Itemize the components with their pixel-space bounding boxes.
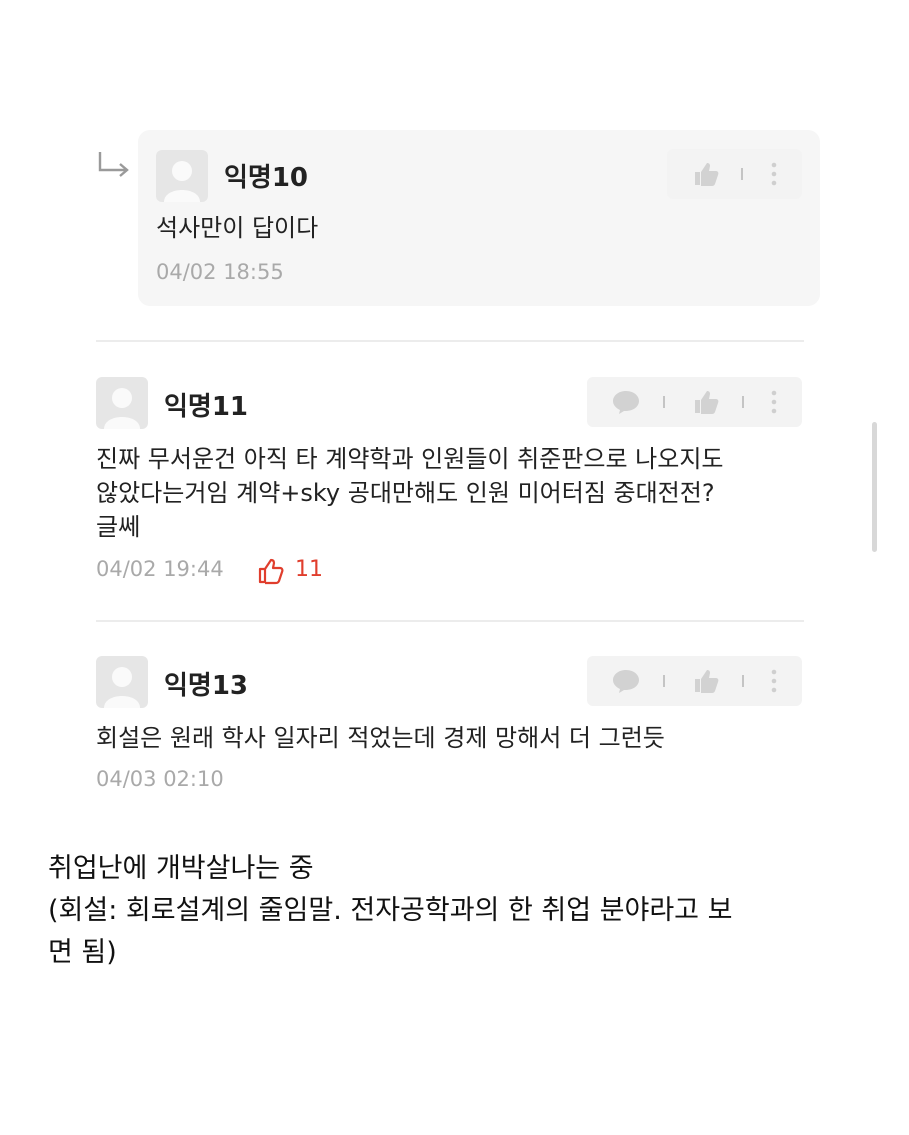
default-avatar-icon (96, 656, 148, 708)
like-count: 11 (295, 557, 323, 582)
more-vertical-icon (771, 390, 777, 414)
comment-text: 석사만이 답이다 (156, 214, 319, 242)
more-vertical-icon (771, 669, 777, 693)
comment-date: 04/02 19:44 (96, 557, 224, 581)
comment-author: 익명10 (224, 163, 309, 193)
thumbs-up-outline-icon (258, 558, 284, 585)
reply-button[interactable] (601, 377, 651, 427)
comment-author: 익명11 (164, 392, 249, 422)
more-button[interactable] (759, 656, 789, 706)
caption-line: 취업난에 개박살나는 중 (48, 853, 314, 884)
thumbs-up-icon (695, 163, 719, 186)
comment-date: 04/03 02:10 (96, 767, 224, 791)
default-avatar-icon (156, 150, 208, 202)
like-button[interactable] (681, 377, 731, 427)
more-button[interactable] (759, 149, 789, 199)
caption-line: (회설: 회로설계의 줄임말. 전자공학과의 한 취업 분야라고 보 (48, 895, 733, 926)
comment-actions (587, 656, 802, 706)
reply-button[interactable] (601, 656, 651, 706)
thumbs-up-icon (695, 391, 719, 414)
more-button[interactable] (759, 377, 789, 427)
scrollbar[interactable] (872, 422, 877, 552)
comment-text-line: 않았다는거임 계약+sky 공대만해도 인원 미어터짐 중대전전? (96, 479, 715, 507)
comment-text-line: 글쎄 (96, 513, 141, 541)
like-button[interactable] (681, 149, 731, 199)
comment-text-line: 진짜 무서운건 아직 타 계약학과 인원들이 취준판으로 나오지도 (96, 445, 724, 473)
caption-line: 면 됨) (48, 937, 117, 968)
comment-actions (667, 149, 802, 199)
more-vertical-icon (771, 162, 777, 186)
comment-actions (587, 377, 802, 427)
reply-arrow-icon (98, 152, 129, 177)
divider (96, 620, 804, 622)
comment-date: 04/02 18:55 (156, 260, 284, 284)
comment-bubble-icon (613, 391, 639, 414)
comment-bubble-icon (613, 670, 639, 693)
divider (96, 340, 804, 342)
caption: 취업난에 개박살나는 중 (회설: 회로설계의 줄임말. 전자공학과의 한 취업… (48, 848, 878, 974)
like-button[interactable] (681, 656, 731, 706)
comment-author: 익명13 (164, 671, 249, 701)
comment-text: 회설은 원래 학사 일자리 적었는데 경제 망해서 더 그런듯 (96, 724, 665, 752)
default-avatar-icon (96, 377, 148, 429)
comment-text: 진짜 무서운건 아직 타 계약학과 인원들이 취준판으로 나오지도 않았다는거임… (96, 442, 723, 544)
thumbs-up-icon (695, 670, 719, 693)
